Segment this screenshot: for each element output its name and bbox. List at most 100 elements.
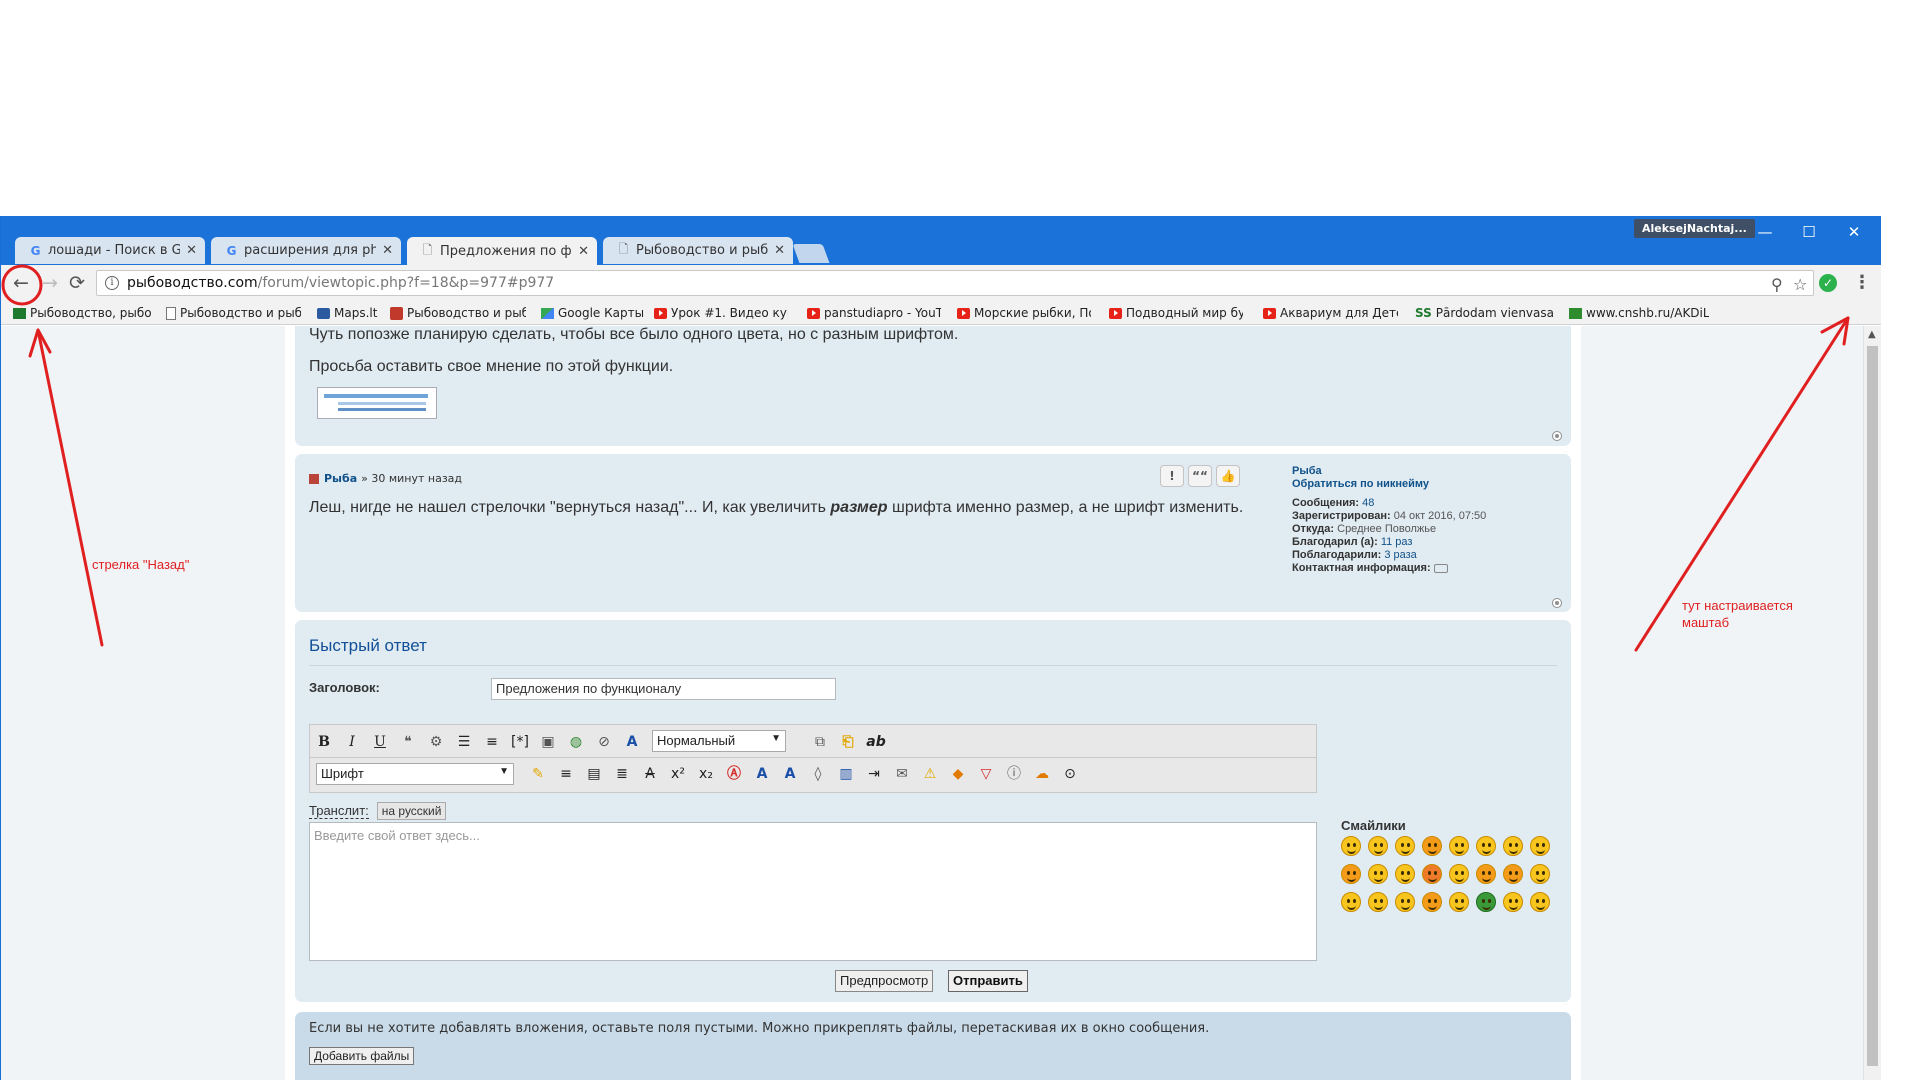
address-bar[interactable]: i рыбоводство.com/forum/viewtopic.php?f=… [96,270,1814,296]
smiley-neutral-icon[interactable] [1449,864,1469,884]
smiley-eek-icon[interactable] [1476,836,1496,856]
report-button[interactable]: ! [1160,465,1184,487]
font-outline-icon[interactable]: Ⓐ [724,765,744,783]
numbered-list-icon[interactable]: ≡ [482,733,502,751]
bookmark-item[interactable]: panstudiapro - YouTu [807,305,941,321]
warning-icon[interactable]: ⚠ [920,765,940,783]
smiley-geek-icon[interactable] [1503,892,1523,912]
tab-close-icon[interactable]: ✕ [382,243,393,258]
bookmark-item[interactable]: Рыбоводство, рыбор [13,305,151,321]
mail-icon[interactable]: ✉ [892,765,912,783]
bookmark-item[interactable]: Аквариум для Детей [1263,305,1398,321]
info-box-icon[interactable]: ⓘ [1004,765,1024,783]
bookmark-item[interactable]: Морские рыбки, Под [957,305,1091,321]
highlight-icon[interactable]: ✎ [528,765,548,783]
smiley-arrow-icon[interactable] [1422,892,1442,912]
smiley-tongue-icon[interactable] [1341,864,1361,884]
subject-input[interactable]: Предложения по функционалу [491,678,836,700]
bookmark-item[interactable]: Рыбоводство и рыбс [166,305,301,321]
translit-label[interactable]: Транслит: [309,803,369,819]
font-size-select[interactable]: Нормальный ▼ [652,730,786,752]
smiley-idea-icon[interactable] [1395,892,1415,912]
smiley-exclaim-icon[interactable] [1341,892,1361,912]
underline-icon[interactable]: U [370,733,390,751]
smiley-green-icon[interactable] [1476,892,1496,912]
bookmark-item[interactable]: SSPārdodam vienvasara [1415,305,1553,321]
smiley-laugh-icon[interactable] [1341,836,1361,856]
smiley-twisted-icon[interactable] [1476,864,1496,884]
paste-icon[interactable]: ⎗ [838,733,858,751]
spoiler-icon[interactable]: ◆ [948,765,968,783]
scroll-thumb[interactable] [1867,346,1878,1066]
submit-button[interactable]: Отправить [948,970,1028,992]
smiley-wink-icon[interactable] [1530,864,1550,884]
gradient-icon[interactable]: ▥ [836,765,856,783]
forward-arrow-icon[interactable]: → [39,272,61,294]
extension-check-icon[interactable]: ✓ [1819,274,1837,292]
attached-thumbnail[interactable] [317,387,437,419]
quote-button[interactable]: ““ [1188,465,1212,487]
minimize-icon[interactable]: — [1755,224,1775,240]
font-color-icon[interactable]: A [622,733,642,751]
code-icon[interactable]: ⚙ [426,733,446,751]
direction-icon[interactable]: ⇥ [864,765,884,783]
tab-horses-search[interactable]: G лошади - Поиск в Goog ✕ [15,237,205,264]
smiley-squint-icon[interactable] [1422,836,1442,856]
justify-icon[interactable]: ▤ [584,765,604,783]
align-center-icon[interactable]: ≡ [556,765,576,783]
got-thanks-count[interactable]: 3 раза [1384,549,1416,561]
smiley-confused-icon[interactable] [1368,864,1388,884]
strikethrough-icon[interactable]: A [640,765,660,783]
italic-icon[interactable]: I [342,733,362,751]
smiley-mad-icon[interactable] [1422,864,1442,884]
translit-button[interactable]: на русский [376,802,447,820]
smiley-surprised-icon[interactable] [1449,836,1469,856]
list-item-icon[interactable]: [*] [510,733,530,751]
add-files-button[interactable]: Добавить файлы [309,1047,415,1065]
copy-icon[interactable]: ⧉ [810,733,830,751]
bookmark-item[interactable]: www.cnshb.ru/AKDiL/ [1569,305,1709,321]
blur-drop-icon[interactable]: ◊ [808,765,828,783]
smiley-cool-icon[interactable] [1530,836,1550,856]
image-icon[interactable]: ▣ [538,733,558,751]
bookmark-item[interactable]: Урок #1. Видео курс [654,305,788,321]
tab-phpbb-extensions[interactable]: G расширения для phpbb ✕ [211,237,401,264]
strike-quote-icon[interactable]: ❝ [398,733,418,751]
smiley-grin-icon[interactable] [1368,836,1388,856]
media-play-icon[interactable]: ⊙ [1060,765,1080,783]
preview-button[interactable]: Предпросмотр [835,970,934,992]
smiley-smile-icon[interactable] [1395,836,1415,856]
smiley-evil-icon[interactable] [1503,864,1523,884]
font-glow-icon[interactable]: A [780,765,800,783]
bookmark-item[interactable]: Google Карты [541,305,646,321]
tab-close-icon[interactable]: ✕ [774,243,785,258]
font-family-select[interactable]: Шрифт ▼ [316,763,514,785]
font-shadow-icon[interactable]: A [752,765,772,783]
bullet-list-icon[interactable]: ☰ [454,733,474,751]
subscript-icon[interactable]: x₂ [696,765,716,783]
post-author-name[interactable]: Рыба [324,472,357,485]
bold-icon[interactable]: B [314,733,334,751]
soundcloud-icon[interactable]: ☁ [1032,765,1052,783]
tab-fish-farming[interactable]: 🗋 Рыбоводство и рыбора ✕ [603,237,793,264]
contact-icon[interactable] [1433,563,1448,573]
bookmark-item[interactable]: Подводный мир бухт [1109,305,1243,321]
profile-badge[interactable]: AleksejNachtaj... [1634,219,1755,238]
info-icon[interactable]: i [105,276,119,290]
flash-icon[interactable]: ⊘ [594,733,614,751]
page-scrollbar[interactable]: ▲ [1863,326,1881,1080]
bookmark-item[interactable]: Рыбоводство и рыбс [390,305,526,321]
address-by-nickname-link[interactable]: Обратиться по никнейму [1292,478,1486,491]
smiley-happy-icon[interactable] [1395,864,1415,884]
smiley-question-icon[interactable] [1368,892,1388,912]
smiley-sad-icon[interactable] [1449,892,1469,912]
messages-count[interactable]: 48 [1362,497,1374,509]
back-to-top-icon[interactable] [1552,431,1562,441]
reload-icon[interactable]: ⟳ [66,272,88,294]
tab-feature-suggestions[interactable]: 🗋 Предложения по функц ✕ [407,237,597,265]
superscript-icon[interactable]: x² [668,765,688,783]
thanked-count[interactable]: 11 раз [1381,536,1413,548]
zoom-icon[interactable]: ⚲ [1771,275,1783,294]
smiley-rolleyes-icon[interactable] [1503,836,1523,856]
spellcheck-icon[interactable]: ab [866,733,886,751]
